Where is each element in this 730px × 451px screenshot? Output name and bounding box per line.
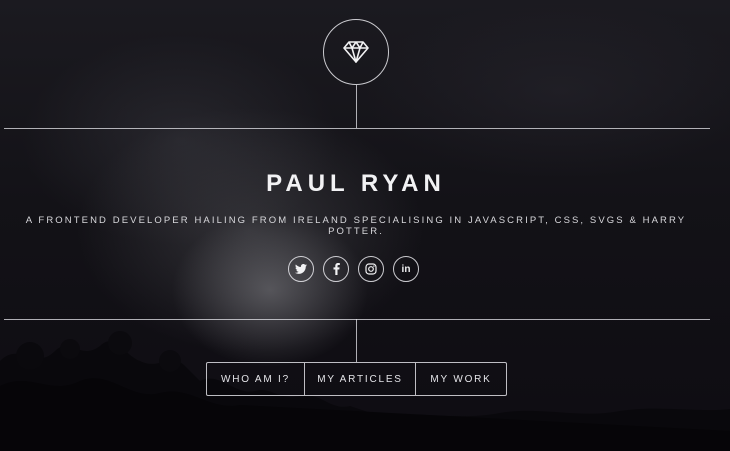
bottom-divider [4, 319, 710, 320]
instagram-icon [365, 263, 377, 275]
top-connector-line [356, 85, 357, 128]
bottom-connector-line [356, 319, 357, 362]
instagram-link[interactable] [358, 256, 384, 282]
facebook-icon [333, 263, 340, 275]
twitter-icon [295, 264, 307, 274]
page-title: PAUL RYAN [266, 170, 446, 197]
tagline: A FRONTEND DEVELOPER HAILING FROM IRELAN… [25, 215, 687, 237]
hero-page: PAUL RYAN A FRONTEND DEVELOPER HAILING F… [0, 0, 730, 451]
social-links: in [288, 256, 419, 282]
nav-my-work[interactable]: MY WORK [415, 363, 506, 395]
main-nav: WHO AM I? MY ARTICLES MY WORK [206, 362, 507, 396]
diamond-icon [343, 41, 369, 63]
top-divider [4, 128, 710, 129]
nav-who-am-i[interactable]: WHO AM I? [207, 363, 304, 395]
linkedin-icon: in [401, 263, 411, 275]
logo[interactable] [323, 19, 389, 85]
facebook-link[interactable] [323, 256, 349, 282]
nav-my-articles[interactable]: MY ARTICLES [304, 363, 415, 395]
twitter-link[interactable] [288, 256, 314, 282]
linkedin-link[interactable]: in [393, 256, 419, 282]
